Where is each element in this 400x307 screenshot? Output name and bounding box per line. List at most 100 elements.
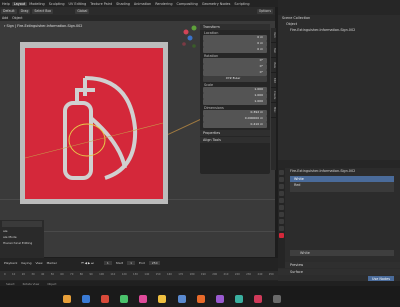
- dimensions-x-field[interactable]: 0.392 m: [203, 110, 267, 116]
- scale-z-field[interactable]: 1.000: [203, 99, 267, 105]
- status-bar: Select Rotate View Object: [0, 281, 400, 286]
- operator-field[interactable]: [2, 221, 42, 227]
- menu-object[interactable]: Object: [12, 16, 22, 20]
- dimensions-z-field[interactable]: 0.410 m: [203, 122, 267, 128]
- dimensions-y-field[interactable]: 0.000000 m: [203, 116, 267, 122]
- status-rotate: Rotate View: [22, 281, 40, 286]
- output-tab-icon[interactable]: [279, 177, 284, 182]
- location-y-field[interactable]: 0 m: [203, 41, 267, 47]
- app-icon[interactable]: [82, 295, 91, 303]
- select-box-dropdown[interactable]: Select Box: [32, 8, 54, 14]
- timeline-marker-menu[interactable]: Marker: [47, 261, 57, 265]
- tab-geometry-nodes[interactable]: Geometry Nodes: [200, 2, 233, 6]
- timeline-tick-label: 120: [121, 273, 127, 276]
- timeline-view-menu[interactable]: View: [35, 261, 42, 265]
- view-layer-tab-icon[interactable]: [279, 184, 284, 189]
- menu-help[interactable]: Help: [0, 2, 12, 6]
- timeline-playback-menu[interactable]: Playback: [4, 261, 17, 265]
- navigation-gizmo[interactable]: [180, 24, 200, 50]
- tab-tool[interactable]: Tool: [271, 43, 276, 58]
- tab-layout[interactable]: Layout: [11, 1, 28, 6]
- rotation-y-field[interactable]: 0°: [203, 64, 267, 70]
- location-x-field[interactable]: 0 m: [203, 35, 267, 41]
- render-tab-icon[interactable]: [279, 170, 284, 175]
- tab-sculpting[interactable]: Sculpting: [47, 2, 67, 6]
- app-icon[interactable]: [139, 295, 148, 303]
- status-select: Select: [6, 281, 15, 286]
- timeline-tick-label: 30: [31, 273, 35, 276]
- options-dropdown[interactable]: Options: [256, 8, 273, 14]
- app-icon[interactable]: [120, 295, 129, 303]
- world-tab-icon[interactable]: [279, 198, 284, 203]
- app-icon[interactable]: [63, 295, 71, 303]
- tab-create[interactable]: Create: [271, 88, 276, 103]
- scene-tab-icon[interactable]: [279, 191, 284, 196]
- tab-texture-paint[interactable]: Texture Paint: [88, 2, 114, 6]
- tool-header: Default Drag Select Box Global Options: [0, 7, 275, 15]
- material-tab-icon[interactable]: [279, 233, 284, 238]
- rotation-z-field[interactable]: 0°: [203, 70, 267, 76]
- tab-misc[interactable]: Misc: [271, 103, 276, 118]
- physics-tab-icon[interactable]: [279, 226, 284, 231]
- rotation-x-field[interactable]: 0°: [203, 58, 267, 64]
- outliner-object-item[interactable]: Fire-Extinguisher-Information-Sign.002: [278, 27, 400, 33]
- preview-panel[interactable]: Preview: [278, 262, 400, 268]
- app-icon[interactable]: [158, 295, 167, 303]
- tab-scripting[interactable]: Scripting: [232, 2, 251, 6]
- blender-icon[interactable]: [196, 295, 205, 303]
- timeline-tick-label: 200: [212, 273, 218, 276]
- sidebar-n-panel: Transform Location 0 m 0 m 0 m Rotation …: [200, 24, 270, 174]
- rotation-mode-dropdown[interactable]: XYZ Euler: [203, 76, 267, 82]
- tab-animation[interactable]: Animation: [132, 2, 153, 6]
- fire-extinguisher-symbol: [25, 76, 163, 180]
- modifier-tab-icon[interactable]: [279, 212, 284, 217]
- align-tools-subpanel[interactable]: Align Tools: [200, 136, 270, 143]
- material-slot-red[interactable]: Red: [290, 182, 394, 188]
- tab-view[interactable]: View: [271, 58, 276, 73]
- timeline-tick-label: 240: [257, 273, 263, 276]
- properties-editor: Fire-Extinguisher-Information-Sign.002 W…: [278, 160, 400, 282]
- app-icon[interactable]: [273, 295, 282, 303]
- scale-y-field[interactable]: 1.000: [203, 93, 267, 99]
- tab-compositing[interactable]: Compositing: [175, 2, 200, 6]
- tab-uv-editing[interactable]: UV Editing: [67, 2, 89, 6]
- timeline-tick-label: 90: [89, 273, 93, 276]
- transport-controls-icon[interactable]: ⏮ ◀ ▶ ⏭: [81, 261, 94, 265]
- timeline-tick-label: 80: [79, 273, 84, 276]
- orientation-dropdown[interactable]: Global: [75, 8, 90, 14]
- tab-modeling[interactable]: Modeling: [27, 2, 46, 6]
- app-icon[interactable]: [253, 295, 262, 303]
- end-frame-field[interactable]: 250: [148, 261, 161, 265]
- material-selector[interactable]: White: [290, 250, 394, 256]
- timeline-tick-label: 250: [268, 273, 274, 276]
- app-icon[interactable]: [215, 295, 224, 303]
- timeline-tick-label: 70: [70, 273, 74, 276]
- menu-add[interactable]: Add: [2, 16, 8, 20]
- particles-tab-icon[interactable]: [279, 219, 284, 224]
- scale-x-field[interactable]: 1.000: [203, 87, 267, 93]
- drag-dropdown[interactable]: Drag: [18, 8, 31, 14]
- properties-subpanel[interactable]: Properties: [200, 129, 270, 136]
- timeline-keying-menu[interactable]: Keying: [21, 261, 31, 265]
- start-label: Start: [115, 261, 124, 265]
- timeline-tick-label: 220: [234, 273, 240, 276]
- app-icon[interactable]: [101, 295, 110, 303]
- operator-hierarchical: Hierarchical Editing: [3, 241, 33, 245]
- properties-object-name: Fire-Extinguisher-Information-Sign.002: [290, 169, 356, 173]
- tab-edit[interactable]: Edit: [271, 73, 276, 88]
- timeline-tick-label: 100: [99, 273, 105, 276]
- tab-item[interactable]: Item: [271, 28, 276, 43]
- app-icon[interactable]: [177, 295, 186, 303]
- tab-shading[interactable]: Shading: [114, 2, 132, 6]
- tab-rendering[interactable]: Rendering: [153, 2, 174, 6]
- object-tab-icon[interactable]: [279, 205, 284, 210]
- status-object: Object: [47, 281, 57, 286]
- timeline-ruler[interactable]: 0 10 20 30 40 50 60 70 80 90 100 110 120 130 140 150 160…: [0, 271, 278, 280]
- mode-dropdown[interactable]: Default: [1, 8, 17, 14]
- timeline-tick-label: 20: [21, 273, 25, 276]
- surface-panel[interactable]: Surface: [278, 269, 400, 275]
- app-icon[interactable]: [234, 295, 243, 303]
- location-z-field[interactable]: 0 m: [203, 47, 267, 53]
- start-frame-field[interactable]: 1: [127, 261, 136, 265]
- current-frame-field[interactable]: 1: [103, 261, 112, 265]
